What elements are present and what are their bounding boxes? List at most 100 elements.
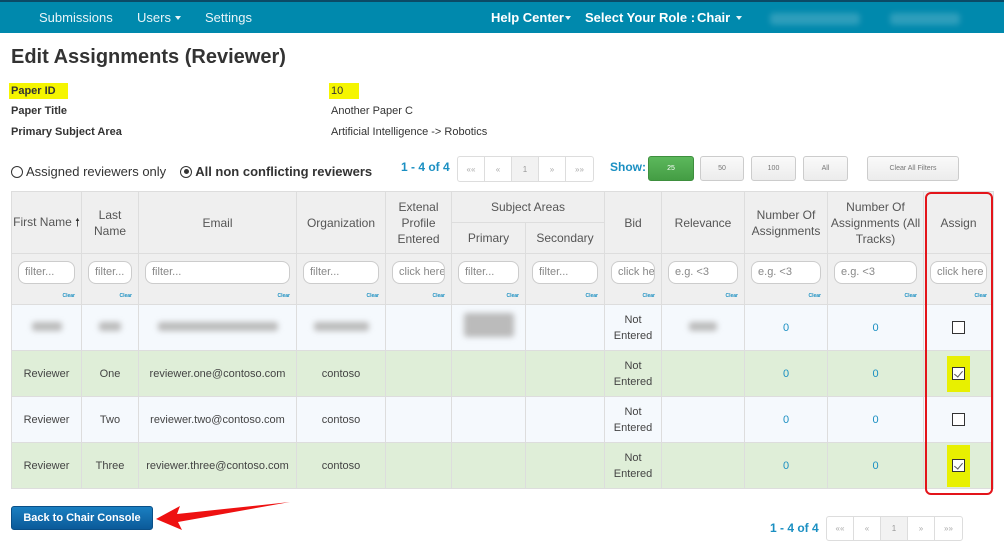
clear-all-filters-button[interactable]: Clear All Filters (867, 156, 959, 181)
show-label: Show: (610, 160, 646, 174)
cell-num-assignments-all: 0 (827, 442, 925, 489)
page-last-button[interactable]: »» (935, 517, 962, 540)
clear-link[interactable]: Clear (834, 288, 918, 304)
back-to-chair-console-button[interactable]: Back to Chair Console (11, 506, 153, 530)
clear-link[interactable]: Clear (611, 288, 656, 304)
radio-unselected-icon[interactable] (11, 165, 23, 178)
clear-link[interactable]: Clear (930, 288, 988, 304)
page-1-button[interactable]: 1 (881, 517, 908, 540)
page-prev-button[interactable]: « (485, 157, 512, 181)
cell-external-profile (385, 304, 452, 351)
filter-cell: filter... Clear (451, 253, 526, 305)
show-all-button[interactable]: All (803, 156, 848, 181)
col-secondary[interactable]: Secondary (524, 222, 606, 254)
radio-assigned-only-label: Assigned reviewers only (26, 164, 167, 179)
cell-num-assignments: 0 (744, 442, 829, 489)
page-last-button[interactable]: »» (566, 157, 593, 181)
radio-all-non-conflicting[interactable]: All non conflicting reviewers (180, 164, 372, 179)
col-primary[interactable]: Primary (451, 222, 526, 254)
clear-link[interactable]: Clear (145, 288, 290, 304)
col-num-assignments-all[interactable]: Number Of Assignments (All Tracks) (827, 191, 925, 254)
page-next-button[interactable]: » (908, 517, 935, 540)
assign-checkbox[interactable] (952, 367, 966, 380)
help-center-label: Help Center (491, 10, 564, 25)
redacted-text (689, 321, 718, 331)
col-organization[interactable]: Organization (296, 191, 386, 254)
cell-organization (296, 304, 386, 351)
filter-last-name-input[interactable]: filter... (88, 261, 132, 284)
page-next-button[interactable]: » (539, 157, 566, 181)
col-assign[interactable]: Assign (923, 191, 995, 254)
table-row: Not Entered 0 0 (11, 304, 995, 351)
filter-secondary-input[interactable]: filter... (532, 261, 599, 284)
cell-first-name: Reviewer (11, 442, 82, 489)
filter-bid-input[interactable]: click here (611, 261, 656, 284)
results-count-bottom: 1 - 4 of 4 (770, 521, 819, 535)
clear-link[interactable]: Clear (458, 288, 519, 304)
table-row: Reviewer Two reviewer.two@contoso.com co… (11, 396, 995, 443)
page-first-button[interactable]: «« (458, 157, 485, 181)
clear-link[interactable]: Clear (668, 288, 739, 304)
pagination-top: «« « 1 » »» (457, 156, 594, 182)
chevron-down-icon (736, 15, 743, 20)
cell-relevance (661, 350, 746, 397)
page-first-button[interactable]: «« (827, 517, 854, 540)
col-email[interactable]: Email (138, 191, 297, 254)
redacted-user-name[interactable] (770, 13, 860, 25)
filter-email-input[interactable]: filter... (145, 261, 290, 284)
page-1-button[interactable]: 1 (512, 157, 539, 181)
filter-external-profile-input[interactable]: click here (392, 261, 445, 284)
clear-link[interactable]: Clear (303, 288, 379, 304)
filter-num-assignments-all-input[interactable]: e.g. <3 (834, 261, 918, 284)
cell-assign (923, 304, 995, 351)
col-first-name[interactable]: First Name 🠕 (11, 191, 82, 254)
clear-link[interactable]: Clear (18, 288, 75, 304)
show-100-button[interactable]: 100 (751, 156, 796, 181)
nav-submissions[interactable]: Submissions (39, 10, 113, 25)
filter-cell: e.g. <3 Clear (744, 253, 829, 305)
col-external-profile[interactable]: Extenal Profile Entered (385, 191, 452, 254)
cell-bid: Not Entered (604, 442, 663, 489)
filter-cell: filter... Clear (11, 253, 82, 305)
radio-selected-icon[interactable] (180, 165, 193, 178)
clear-link[interactable]: Clear (751, 288, 822, 304)
nav-users[interactable]: Users (137, 10, 181, 25)
cell-relevance (661, 396, 746, 443)
filter-organization-input[interactable]: filter... (303, 261, 379, 284)
col-relevance[interactable]: Relevance (661, 191, 746, 254)
clear-link[interactable]: Clear (532, 288, 599, 304)
filter-num-assignments-input[interactable]: e.g. <3 (751, 261, 822, 284)
filter-first-name-input[interactable]: filter... (18, 261, 75, 284)
cell-email (138, 304, 297, 351)
col-last-name[interactable]: Last Name (81, 191, 139, 254)
assign-checkbox[interactable] (952, 459, 966, 472)
assign-checkbox[interactable] (952, 413, 966, 427)
assign-checkbox[interactable] (952, 321, 966, 335)
cell-external-profile (385, 442, 452, 489)
clear-link[interactable]: Clear (392, 288, 445, 304)
col-bid[interactable]: Bid (604, 191, 663, 254)
clear-link[interactable]: Clear (88, 288, 132, 304)
table-row: Reviewer One reviewer.one@contoso.com co… (11, 350, 995, 397)
subject-area-label: Primary Subject Area (11, 126, 122, 138)
show-50-button[interactable]: 50 (700, 156, 744, 181)
col-num-assignments[interactable]: Number Of Assignments (744, 191, 829, 254)
filter-primary-input[interactable]: filter... (458, 261, 519, 284)
show-25-button[interactable]: 25 (648, 156, 694, 181)
filter-cell: filter... Clear (524, 253, 606, 305)
page-prev-button[interactable]: « (854, 517, 881, 540)
redacted-user-menu[interactable] (890, 13, 960, 25)
filter-relevance-input[interactable]: e.g. <3 (668, 261, 739, 284)
radio-assigned-only[interactable]: Assigned reviewers only (11, 164, 166, 179)
nav-help-center[interactable]: Help Center (491, 10, 571, 25)
nav-settings[interactable]: Settings (205, 10, 252, 25)
filter-row: filter... Clear filter... Clear filter... C… (11, 253, 995, 305)
cell-external-profile (385, 350, 452, 397)
cell-primary (451, 442, 526, 489)
filter-assign-input[interactable]: click here (930, 261, 988, 284)
role-selector[interactable]: Chair (697, 10, 743, 25)
checkbox-highlight (947, 355, 971, 392)
radio-all-non-conflicting-label: All non conflicting reviewers (195, 164, 373, 179)
cell-last-name: Three (81, 442, 139, 489)
paper-id-value-text: 10 (329, 83, 360, 99)
